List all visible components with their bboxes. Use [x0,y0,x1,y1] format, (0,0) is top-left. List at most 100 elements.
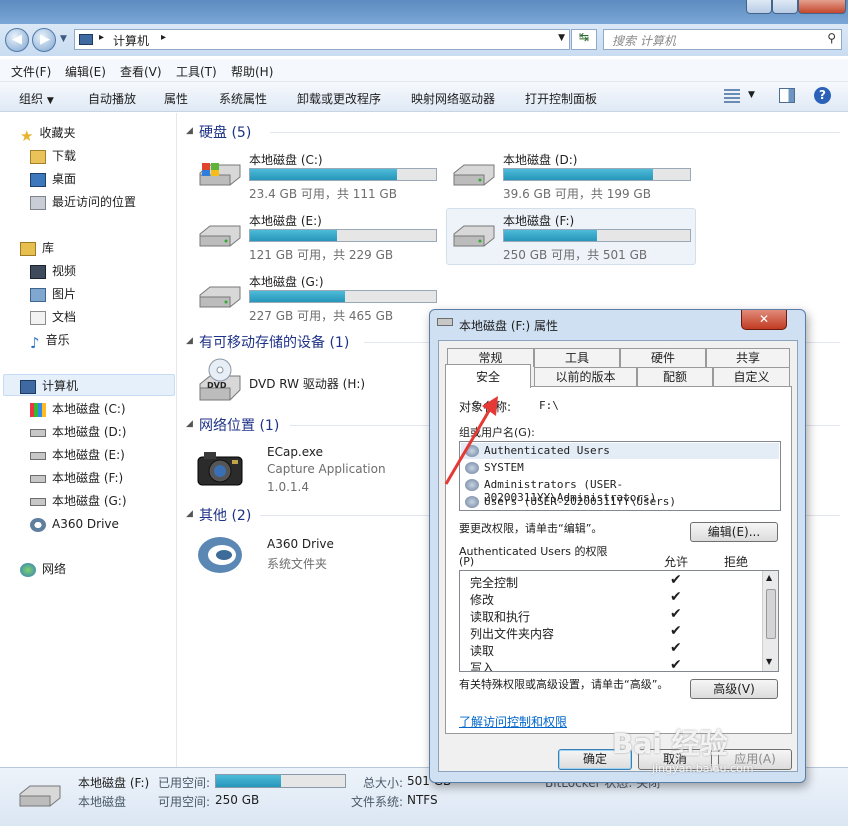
permissions-scrollbar[interactable]: ▲ ▼ [762,571,778,671]
tab-sharing[interactable]: 共享 [706,348,790,367]
nav-item-music[interactable]: ♪ 音乐 [30,331,70,352]
preview-pane-icon[interactable] [779,88,795,103]
user-entry[interactable]: Users (USER-20200311YY\Users) [484,495,676,508]
ecap-item[interactable]: ECap.exe Capture Application 1.0.1.4 [196,443,436,494]
collapse-arrow-icon[interactable]: ◢ [186,336,193,346]
uninstall-button[interactable]: 卸载或更改程序 [297,90,381,107]
nav-item-pictures[interactable]: 图片 [30,285,76,303]
dialog-close-button[interactable]: ✕ [741,310,787,330]
view-options-icon[interactable] [724,89,740,103]
drive-usage-bar [249,168,437,181]
drive-usage-fill [504,169,653,180]
nav-item-documents[interactable]: 文档 [30,308,76,326]
drive-c[interactable]: 本地磁盘 (C:) 23.4 GB 可用，共 111 GB [196,149,446,207]
ecap-version: 1.0.1.4 [267,480,309,494]
scroll-up-icon[interactable]: ▲ [766,573,772,582]
network-icon [20,562,36,577]
nav-item-downloads[interactable]: 下载 [30,147,76,165]
section-other[interactable]: 其他 (2) [199,505,251,525]
learn-access-control-link[interactable]: 了解访问控制和权限 [459,713,567,730]
organize-button[interactable]: 组织 ▼ [19,90,54,107]
maximize-button[interactable] [772,0,798,14]
permissions-list[interactable]: 完全控制 ✔ 修改 ✔ 读取和执行 ✔ 列出文件夹内容 ✔ 读取 ✔ 写入 ✔ … [459,570,779,672]
back-arrow-icon: ◀ [12,32,22,47]
collapse-arrow-icon[interactable]: ◢ [186,126,193,136]
nav-item-drive-c[interactable]: 本地磁盘 (C:) [30,400,126,418]
nav-item-label: 本地磁盘 (G:) [52,494,127,508]
menu-view[interactable]: 查看(V) [120,63,162,80]
system-properties-button[interactable]: 系统属性 [219,90,267,107]
nav-item-a360[interactable]: A360 Drive [30,515,119,533]
nav-item-drive-d[interactable]: 本地磁盘 (D:) [30,423,126,441]
nav-item-videos[interactable]: 视频 [30,262,76,280]
drive-g[interactable]: 本地磁盘 (G:) 227 GB 可用，共 465 GB [196,271,446,329]
tab-security[interactable]: 安全 [445,364,531,388]
nav-favorites-label: 收藏夹 [39,126,76,140]
drive-name: 本地磁盘 (D:) [503,153,578,167]
section-removable[interactable]: 有可移动存储的设备 (1) [199,332,349,352]
nav-item-drive-g[interactable]: 本地磁盘 (G:) [30,492,127,510]
advanced-button[interactable]: 高级(V) [690,679,778,699]
address-bar[interactable]: ▸ 计算机 ▸ ▼ [74,29,570,50]
section-hard-drives[interactable]: 硬盘 (5) [199,122,251,142]
collapse-arrow-icon[interactable]: ◢ [186,419,193,429]
view-dropdown-icon[interactable]: ▼ [748,90,755,100]
minimize-button[interactable] [746,0,772,14]
menu-edit[interactable]: 编辑(E) [65,63,106,80]
menu-tools[interactable]: 工具(T) [176,63,217,80]
address-dropdown-icon[interactable]: ▼ [558,33,565,43]
drive-d[interactable]: 本地磁盘 (D:) 39.6 GB 可用，共 199 GB [450,149,700,207]
nav-item-label: 文档 [52,310,77,324]
refresh-button[interactable]: ↹ [571,29,597,50]
status-drive-name: 本地磁盘 (F:) [78,776,150,790]
nav-network[interactable]: 网络 [20,560,66,578]
dvd-drive-icon: DVD [196,358,242,404]
autoplay-button[interactable]: 自动播放 [88,90,136,107]
library-icon [20,241,36,256]
collapse-arrow-icon[interactable]: ◢ [186,509,193,519]
scrollbar-thumb[interactable] [766,589,776,639]
hard-drive-icon [196,285,244,309]
nav-computer[interactable]: 计算机 [20,377,78,395]
a360-item[interactable]: A360 Drive 系统文件夹 [196,533,436,577]
forward-button[interactable]: ▶ [32,28,56,52]
back-button[interactable]: ◀ [5,28,29,52]
nav-favorites[interactable]: ★ 收藏夹 [20,124,76,145]
forward-arrow-icon: ▶ [40,32,50,47]
tab-hardware[interactable]: 硬件 [620,348,706,367]
edit-button[interactable]: 编辑(E)... [690,522,778,542]
hard-drive-icon [437,318,453,326]
help-icon[interactable]: ? [814,87,831,104]
nav-item-desktop[interactable]: 桌面 [30,170,76,188]
drive-e[interactable]: 本地磁盘 (E:) 121 GB 可用，共 229 GB [196,210,446,268]
hard-drive-icon [30,428,46,437]
map-drive-button[interactable]: 映射网络驱动器 [411,90,495,107]
nav-item-recent[interactable]: 最近访问的位置 [30,193,136,211]
tab-customize[interactable]: 自定义 [713,367,790,386]
menu-help[interactable]: 帮助(H) [231,63,273,80]
status-usage-bar [215,774,346,788]
nav-item-drive-e[interactable]: 本地磁盘 (E:) [30,446,125,464]
hard-drive-icon [30,497,46,506]
search-icon[interactable]: ⚲ [827,31,836,45]
status-free-value: 250 GB [215,793,260,807]
allow-check-icon: ✔ [670,640,682,656]
status-fs-label: 文件系统: [351,795,404,809]
properties-button[interactable]: 属性 [164,90,188,107]
section-network-location[interactable]: 网络位置 (1) [199,415,279,435]
close-button[interactable] [798,0,846,14]
drive-f[interactable]: 本地磁盘 (F:) 250 GB 可用，共 501 GB [450,210,700,268]
nav-item-drive-f[interactable]: 本地磁盘 (F:) [30,469,123,487]
history-dropdown-icon[interactable]: ▼ [60,34,67,44]
control-panel-button[interactable]: 打开控制面板 [525,90,597,107]
drive-usage-bar [249,229,437,242]
tab-previous-versions[interactable]: 以前的版本 [534,367,637,386]
tab-tools[interactable]: 工具 [534,348,620,367]
drive-space-info: 227 GB 可用，共 465 GB [249,309,394,323]
search-input[interactable]: 搜索 计算机 ⚲ [603,29,842,50]
menu-file[interactable]: 文件(F) [11,63,51,80]
dvd-drive[interactable]: DVD DVD RW 驱动器 (H:) [196,358,436,406]
scroll-down-icon[interactable]: ▼ [766,657,772,666]
tab-quota[interactable]: 配额 [637,367,713,386]
nav-library[interactable]: 库 [20,239,54,257]
